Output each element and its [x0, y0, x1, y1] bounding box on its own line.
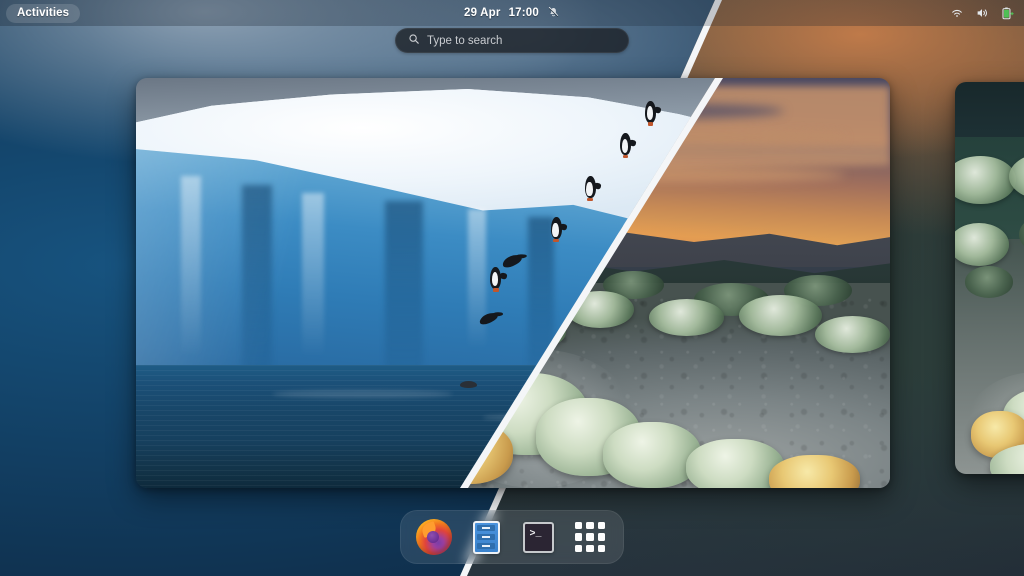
file-cabinet-icon — [473, 521, 500, 554]
window-thumbnail-antarctic-desert[interactable] — [136, 78, 890, 488]
desert-shrub — [965, 266, 1013, 297]
terminal-prompt: >_ — [530, 530, 542, 540]
wifi-icon — [950, 6, 964, 20]
search-placeholder: Type to search — [427, 35, 502, 47]
ice-highlight — [468, 209, 486, 348]
terminal-icon: >_ — [523, 522, 554, 553]
water-glint — [272, 390, 453, 398]
ice-highlight — [302, 193, 325, 357]
system-status-area[interactable] — [950, 6, 1014, 21]
ice-highlight — [181, 176, 201, 356]
cholla-cactus-foreground — [603, 422, 701, 488]
dash-item-terminal[interactable]: >_ — [518, 517, 558, 557]
ice-crevasse — [385, 201, 423, 390]
window-thumbnail-desert[interactable] — [955, 82, 1024, 474]
dash-item-files[interactable] — [466, 517, 506, 557]
scene-desert-secondary — [955, 82, 1024, 474]
search-input[interactable]: Type to search — [395, 28, 629, 53]
battery-charging-icon — [1000, 6, 1014, 21]
dash-item-app-grid[interactable] — [570, 517, 610, 557]
top-bar: Activities 29 Apr 17:00 — [0, 0, 1024, 26]
search-icon — [408, 32, 420, 50]
ice-crevasse — [242, 185, 272, 390]
penguin — [620, 133, 631, 155]
cholla-cactus-golden — [769, 455, 859, 488]
penguin — [645, 101, 656, 123]
penguin — [551, 217, 562, 239]
clock-menu-button[interactable]: 29 Apr 17:00 — [464, 5, 560, 21]
firefox-icon — [416, 519, 452, 555]
clock-time: 17:00 — [509, 7, 539, 19]
activities-button[interactable]: Activities — [6, 4, 80, 23]
clock-date: 29 Apr — [464, 7, 501, 19]
bell-slash-icon — [547, 5, 560, 21]
dash-item-firefox[interactable] — [414, 517, 454, 557]
penguin — [585, 176, 596, 198]
penguin — [490, 267, 501, 289]
volume-icon — [975, 6, 989, 20]
app-grid-icon — [575, 522, 605, 552]
cholla-cactus — [815, 316, 890, 353]
dash: >_ — [400, 510, 624, 564]
